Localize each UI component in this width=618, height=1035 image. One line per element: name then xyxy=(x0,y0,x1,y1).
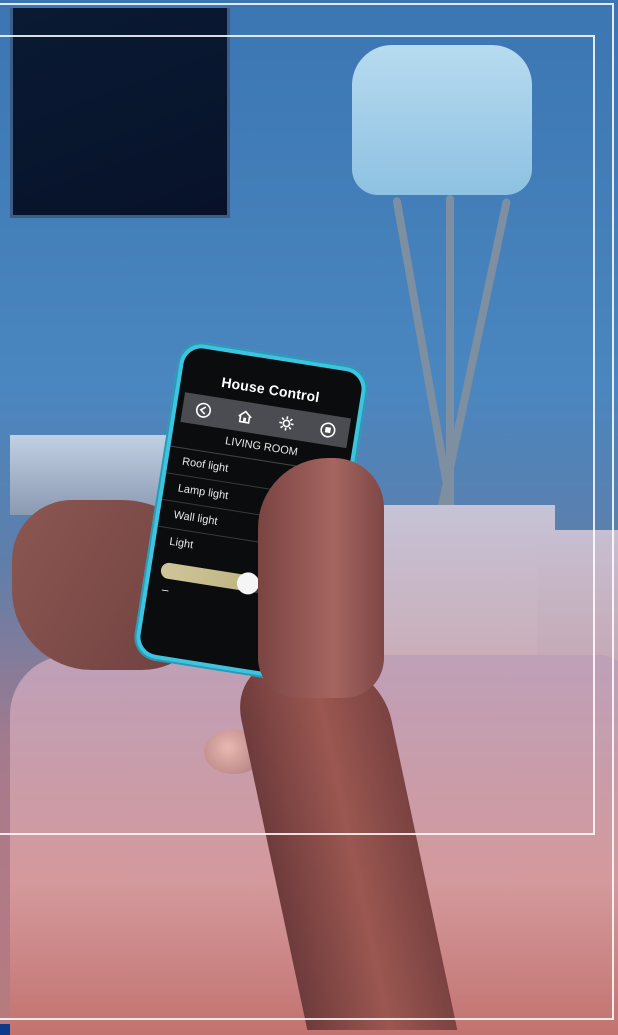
inner-frame-border xyxy=(0,35,595,835)
